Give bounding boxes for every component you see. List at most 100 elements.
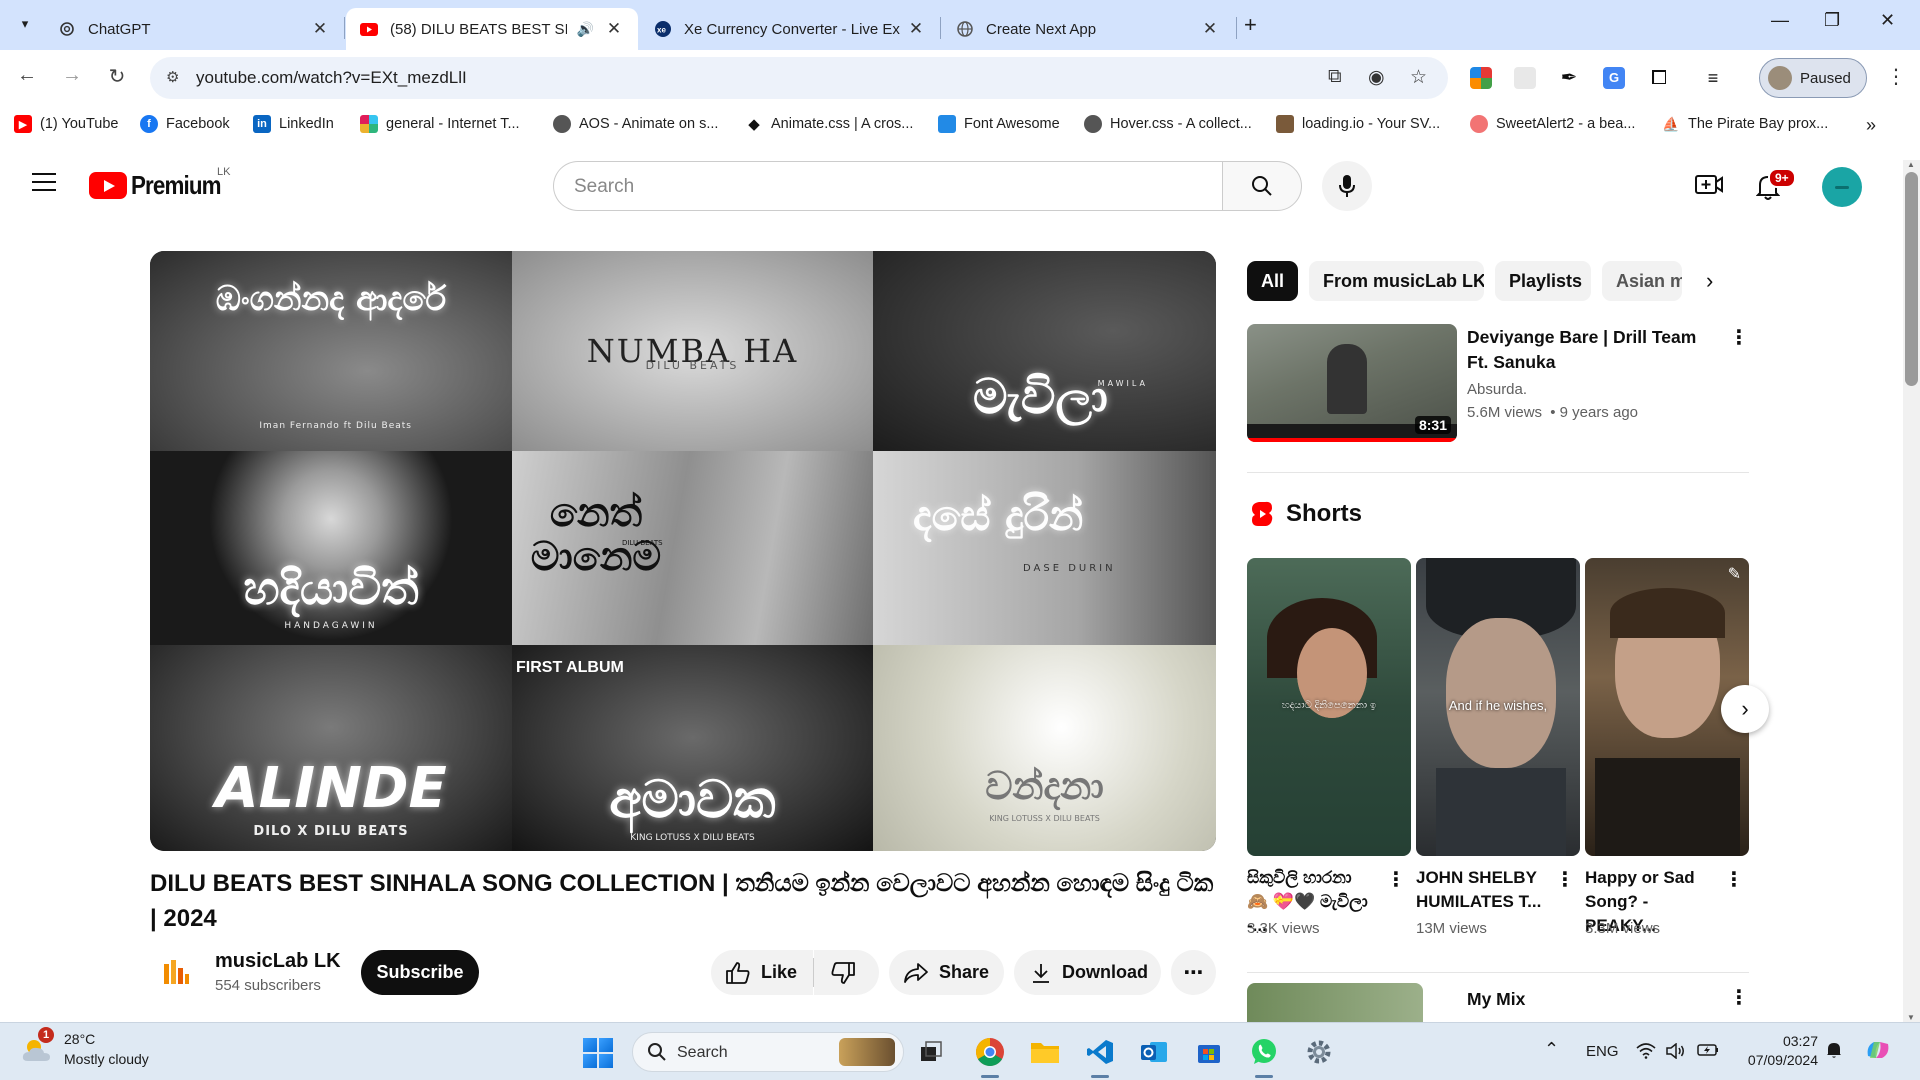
weather-condition[interactable]: Mostly cloudy [64, 1051, 149, 1067]
search-button[interactable] [1222, 161, 1302, 211]
bookmark-linkedin[interactable]: in LinkedIn [253, 115, 334, 133]
guide-menu-icon[interactable] [32, 173, 56, 191]
short-title[interactable]: JOHN SHELBY HUMILATES T... [1416, 866, 1546, 914]
profile-paused-button[interactable]: Paused [1759, 58, 1867, 98]
tab-search-button[interactable]: ▾ [10, 9, 40, 39]
create-video-icon[interactable] [1695, 172, 1723, 203]
close-tab-icon[interactable]: ✕ [906, 19, 926, 39]
volume-icon[interactable] [1666, 1042, 1686, 1063]
subscribe-button[interactable]: Subscribe [361, 950, 479, 995]
recommended-video-thumbnail[interactable]: 8:31 [1247, 324, 1457, 442]
bookmark-star-icon[interactable]: ☆ [1410, 66, 1427, 89]
input-language[interactable]: ENG [1586, 1043, 1619, 1060]
task-view-icon[interactable] [916, 1036, 948, 1068]
url-text[interactable]: youtube.com/watch?v=EXt_mezdLlI [196, 68, 467, 88]
bookmark-facebook[interactable]: f Facebook [140, 115, 230, 133]
temperature[interactable]: 28°C [64, 1031, 95, 1047]
like-button[interactable]: Like [711, 950, 813, 995]
media-control-icon[interactable]: ≡ [1702, 67, 1724, 89]
browser-menu-icon[interactable]: ⋮ [1886, 64, 1906, 89]
whatsapp-icon[interactable] [1248, 1036, 1280, 1068]
new-tab-button[interactable]: + [1244, 12, 1257, 38]
chrome-icon[interactable] [974, 1036, 1006, 1068]
close-window-button[interactable]: ✕ [1880, 10, 1895, 31]
bookmark-youtube[interactable]: ▶ (1) YouTube [14, 115, 118, 133]
download-button[interactable]: Download [1014, 950, 1161, 995]
extension-google-translate-icon[interactable]: G [1603, 67, 1625, 89]
channel-logo[interactable] [162, 958, 190, 986]
wifi-icon[interactable] [1636, 1043, 1656, 1063]
minimize-button[interactable]: — [1771, 10, 1789, 31]
notification-bell-icon[interactable] [1826, 1041, 1842, 1063]
dislike-button[interactable] [814, 950, 879, 995]
tab-youtube-active[interactable]: (58) DILU BEATS BEST SINHA 🔊 ✕ [346, 8, 638, 50]
chip-asian-music[interactable]: Asian mu [1602, 261, 1682, 301]
more-actions-button[interactable]: ⋯ [1171, 950, 1216, 995]
my-mix-title[interactable]: My Mix [1467, 989, 1525, 1010]
more-bookmarks-icon[interactable]: » [1866, 115, 1876, 136]
close-tab-icon[interactable]: ✕ [1200, 19, 1220, 39]
recommended-video-title[interactable]: Deviyange Bare | Drill Team Ft. Sanuka [1467, 325, 1717, 375]
bookmark-sweetalert[interactable]: SweetAlert2 - a bea... [1470, 115, 1635, 133]
tab-create-next-app[interactable]: Create Next App ✕ [942, 8, 1234, 50]
extension-colorzilla-icon[interactable] [1470, 67, 1492, 89]
extension-placeholder-icon[interactable] [1514, 67, 1536, 89]
bookmark-aos[interactable]: AOS - Animate on s... [553, 115, 718, 133]
video-menu-icon[interactable]: ⋮ [1729, 328, 1749, 348]
short-menu-icon[interactable]: ⋮ [1386, 870, 1406, 890]
share-button[interactable]: Share [889, 950, 1004, 995]
channel-name[interactable]: musicLab LK [215, 950, 341, 973]
account-avatar[interactable] [1822, 167, 1862, 207]
microsoft-store-icon[interactable] [1193, 1036, 1225, 1068]
forward-button[interactable]: → [57, 64, 87, 87]
audio-playing-icon[interactable]: 🔊 [577, 21, 594, 38]
reload-button[interactable]: ↻ [102, 64, 132, 89]
file-explorer-icon[interactable] [1029, 1036, 1061, 1068]
eye-off-icon[interactable]: ◉ [1368, 66, 1385, 89]
bookmark-hover-css[interactable]: Hover.css - A collect... [1084, 115, 1252, 133]
bookmark-font-awesome[interactable]: Font Awesome [938, 115, 1060, 133]
youtube-premium-logo[interactable]: Premium [89, 170, 235, 201]
taskbar-search-box[interactable]: Search [632, 1032, 904, 1072]
open-in-app-icon[interactable]: ⧉ [1328, 66, 1342, 88]
chip-all[interactable]: All [1247, 261, 1298, 301]
system-clock[interactable]: 03:27 07/09/2024 [1738, 1032, 1818, 1070]
outlook-icon[interactable] [1138, 1036, 1170, 1068]
my-mix-thumbnail[interactable] [1247, 983, 1423, 1023]
scrollbar-thumb[interactable] [1905, 172, 1918, 386]
extensions-puzzle-icon[interactable]: ⧠ [1648, 67, 1670, 89]
chip-from-channel[interactable]: From musicLab LK [1309, 261, 1484, 301]
tab-chatgpt[interactable]: ChatGPT ✕ [44, 8, 344, 50]
chevron-right-icon[interactable]: › [1706, 268, 1713, 294]
restore-button[interactable]: ❐ [1824, 10, 1840, 31]
site-info-icon[interactable]: ⚙ [166, 68, 179, 86]
chip-playlists[interactable]: Playlists [1495, 261, 1591, 301]
windows-start-icon[interactable] [583, 1038, 613, 1068]
tab-xe-currency[interactable]: xe Xe Currency Converter - Live Ex ✕ [640, 8, 940, 50]
video-menu-icon[interactable]: ⋮ [1729, 988, 1749, 1008]
short-thumbnail[interactable]: And if he wishes, [1416, 558, 1580, 856]
bookmark-pirate-bay[interactable]: ⛵ The Pirate Bay prox... [1662, 115, 1828, 133]
bookmark-animate-css[interactable]: ◆ Animate.css | A cros... [745, 115, 913, 133]
bookmark-loading-io[interactable]: loading.io - Your SV... [1276, 115, 1440, 133]
settings-gear-icon[interactable] [1303, 1036, 1335, 1068]
shorts-next-arrow-icon[interactable]: › [1721, 685, 1769, 733]
scroll-down-arrow-icon[interactable]: ▼ [1907, 1013, 1915, 1022]
show-hidden-icons-chevron-icon[interactable]: ⌃ [1544, 1039, 1559, 1060]
close-tab-icon[interactable]: ✕ [310, 19, 330, 39]
extension-eyedropper-icon[interactable]: ✒ [1558, 67, 1580, 89]
battery-charging-icon[interactable] [1697, 1043, 1719, 1061]
copilot-icon[interactable] [1864, 1036, 1892, 1068]
short-thumbnail[interactable]: හදයාට දිනිපෙනෙනා ඉ [1247, 558, 1411, 856]
address-bar[interactable]: ⚙ youtube.com/watch?v=EXt_mezdLlI ⧉ ◉ ☆ [150, 57, 1448, 99]
recommended-video-channel[interactable]: Absurda. [1467, 381, 1527, 398]
bookmark-slack[interactable]: general - Internet T... [360, 115, 520, 133]
vscode-icon[interactable] [1084, 1036, 1116, 1068]
close-tab-icon[interactable]: ✕ [604, 19, 624, 39]
page-scrollbar[interactable]: ▲ ▼ [1903, 160, 1920, 1022]
video-player[interactable]: ඹංගන්නද ආදරේ Iman Fernando ft Dilu Beats… [150, 251, 1216, 851]
back-button[interactable]: ← [12, 64, 42, 87]
short-menu-icon[interactable]: ⋮ [1724, 870, 1744, 890]
short-menu-icon[interactable]: ⋮ [1555, 870, 1575, 890]
voice-search-button[interactable] [1322, 161, 1372, 211]
